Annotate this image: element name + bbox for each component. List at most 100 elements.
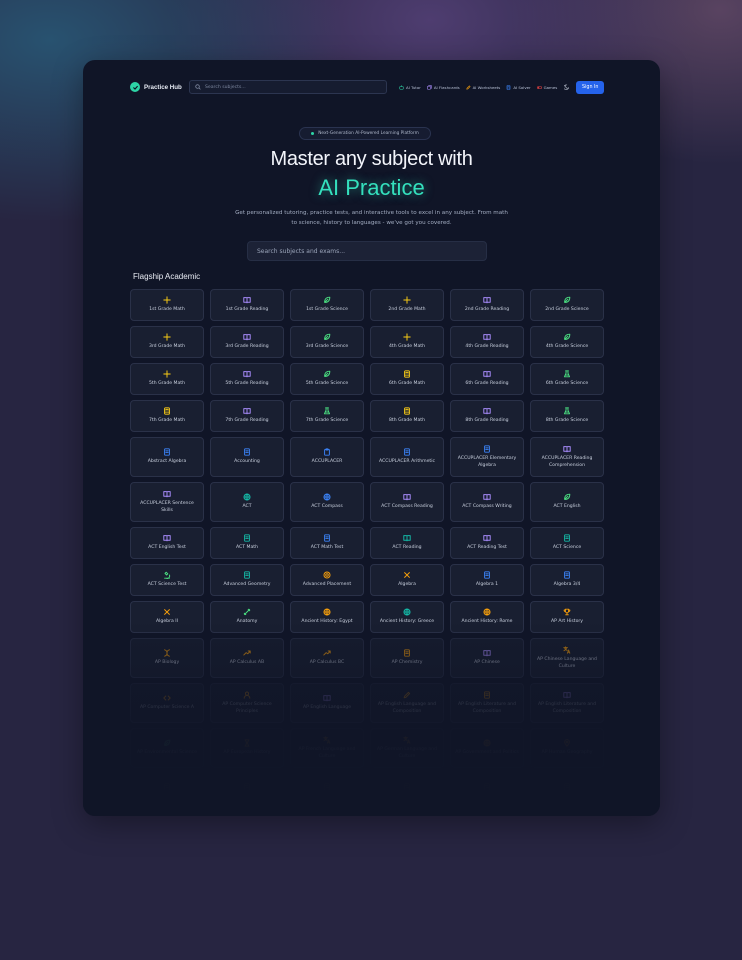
- subject-card[interactable]: AP Chemistry: [370, 638, 444, 678]
- subject-card[interactable]: Anatomy: [210, 601, 284, 633]
- subject-card[interactable]: AP Chinese: [450, 638, 524, 678]
- subject-card[interactable]: 4th Grade Reading: [450, 326, 524, 358]
- subject-card[interactable]: ACCUPLACER Sentence Skills: [130, 482, 204, 522]
- subject-card[interactable]: ACT Reading: [370, 527, 444, 559]
- subject-card[interactable]: AP Government and Politics: [450, 728, 524, 768]
- subject-card[interactable]: 6th Grade Math: [370, 363, 444, 395]
- subject-card[interactable]: 7th Grade Science: [290, 400, 364, 432]
- cross-icon: [163, 608, 171, 616]
- subject-label: ACCUPLACER: [311, 459, 343, 465]
- subject-card[interactable]: 5th Grade Science: [290, 363, 364, 395]
- subject-card[interactable]: [210, 773, 284, 803]
- subject-card[interactable]: 4th Grade Science: [530, 326, 604, 358]
- subject-card[interactable]: 2nd Grade Math: [370, 289, 444, 321]
- subject-card[interactable]: ACCUPLACER Arithmetic: [370, 437, 444, 477]
- subject-card[interactable]: ACT Science: [530, 527, 604, 559]
- subject-card[interactable]: AP Human Geography: [530, 728, 604, 768]
- theme-toggle[interactable]: [563, 84, 570, 91]
- subject-card[interactable]: Algebra 1: [450, 564, 524, 596]
- subject-card[interactable]: 5th Grade Math: [130, 363, 204, 395]
- leaf-icon: [323, 370, 331, 378]
- subject-label: Algebra II: [156, 619, 178, 625]
- subject-card[interactable]: ACT Compass Writing: [450, 482, 524, 522]
- subject-card[interactable]: ACT Reading Test: [450, 527, 524, 559]
- subject-card[interactable]: 2nd Grade Reading: [450, 289, 524, 321]
- subject-card[interactable]: [370, 773, 444, 803]
- subject-label: ACCUPLACER Arithmetic: [378, 459, 436, 465]
- subject-card[interactable]: 3rd Grade Math: [130, 326, 204, 358]
- subject-card[interactable]: 7th Grade Reading: [210, 400, 284, 432]
- subject-card[interactable]: ACT English: [530, 482, 604, 522]
- subject-card[interactable]: Accounting: [210, 437, 284, 477]
- subject-card[interactable]: Advanced Placement: [290, 564, 364, 596]
- hero-search-input[interactable]: Search subjects and exams...: [247, 241, 487, 261]
- document-icon: [243, 534, 251, 542]
- subject-card[interactable]: 1st Grade Science: [290, 289, 364, 321]
- subject-card[interactable]: Abstract Algebra: [130, 437, 204, 477]
- subject-card[interactable]: AP German Language and Culture: [370, 728, 444, 768]
- subject-card[interactable]: 3rd Grade Science: [290, 326, 364, 358]
- subject-card[interactable]: AP Computer Science Principles: [210, 683, 284, 723]
- subject-card[interactable]: AP Computer Science A: [130, 683, 204, 723]
- subject-card[interactable]: Ancient History: Greece: [370, 601, 444, 633]
- subject-card[interactable]: ACT Compass: [290, 482, 364, 522]
- subject-card[interactable]: ACT English Test: [130, 527, 204, 559]
- subject-label: AP Computer Science Principles: [222, 702, 272, 714]
- subject-card[interactable]: 8th Grade Reading: [450, 400, 524, 432]
- subject-card[interactable]: AP Biology: [130, 638, 204, 678]
- subject-card[interactable]: 7th Grade Math: [130, 400, 204, 432]
- subject-card[interactable]: AP English Language: [290, 683, 364, 723]
- subject-card[interactable]: Algebra II: [130, 601, 204, 633]
- subject-card[interactable]: Ancient History: Rome: [450, 601, 524, 633]
- subject-card[interactable]: 8th Grade Science: [530, 400, 604, 432]
- nav-link-ai-tutor[interactable]: AI Tutor: [399, 85, 421, 90]
- nav-search-input[interactable]: Search subjects...: [189, 80, 387, 94]
- subject-card[interactable]: [290, 773, 364, 803]
- subject-card[interactable]: [530, 773, 604, 803]
- subject-card[interactable]: 1st Grade Math: [130, 289, 204, 321]
- subject-card[interactable]: ACT Math Test: [290, 527, 364, 559]
- subject-card[interactable]: 1st Grade Reading: [210, 289, 284, 321]
- subject-card[interactable]: AP English Literature and Composition: [530, 683, 604, 723]
- subject-card[interactable]: ACT: [210, 482, 284, 522]
- subject-card[interactable]: Ancient History: Egypt: [290, 601, 364, 633]
- subject-card[interactable]: AP French Language and Culture: [290, 728, 364, 768]
- subject-card[interactable]: AP Calculus AB: [210, 638, 284, 678]
- subject-card[interactable]: AP Chinese Language and Culture: [530, 638, 604, 678]
- subject-card[interactable]: ACT Compass Reading: [370, 482, 444, 522]
- subject-card[interactable]: ACT Science Test: [130, 564, 204, 596]
- subject-card[interactable]: ACCUPLACER Elementary Algebra: [450, 437, 524, 477]
- logo-text: Practice Hub: [144, 83, 182, 91]
- subject-card[interactable]: 3rd Grade Reading: [210, 326, 284, 358]
- subject-card[interactable]: [130, 773, 204, 803]
- subject-card[interactable]: AP English Literature and Composition: [450, 683, 524, 723]
- subject-card[interactable]: 5th Grade Reading: [210, 363, 284, 395]
- subject-card[interactable]: AP European History: [210, 728, 284, 768]
- subject-card[interactable]: AP Art History: [530, 601, 604, 633]
- document-icon: [403, 448, 411, 456]
- nav-link-ai-worksheets[interactable]: AI Worksheets: [466, 85, 500, 90]
- subject-label: 4th Grade Science: [545, 344, 589, 350]
- nav-link-ai-flashcards[interactable]: AI Flashcards: [427, 85, 460, 90]
- subject-card[interactable]: ACCUPLACER: [290, 437, 364, 477]
- subject-card[interactable]: AP English Language and Composition: [370, 683, 444, 723]
- subject-card[interactable]: 6th Grade Science: [530, 363, 604, 395]
- subject-card[interactable]: AP Calculus BC: [290, 638, 364, 678]
- subject-card[interactable]: ACCUPLACER Reading Comprehension: [530, 437, 604, 477]
- subject-card[interactable]: 4th Grade Math: [370, 326, 444, 358]
- subject-card[interactable]: Algebra: [370, 564, 444, 596]
- subject-card[interactable]: ACT Math: [210, 527, 284, 559]
- nav-link-ai-solver[interactable]: AI Solver: [506, 85, 531, 90]
- subject-card[interactable]: AP Environmental Science: [130, 728, 204, 768]
- subject-label: AP Computer Science A: [139, 705, 195, 711]
- subject-card[interactable]: 6th Grade Reading: [450, 363, 524, 395]
- nav-link-games[interactable]: Games: [536, 85, 557, 90]
- subject-card[interactable]: 8th Grade Math: [370, 400, 444, 432]
- subject-card[interactable]: 2nd Grade Science: [530, 289, 604, 321]
- subject-card[interactable]: Advanced Geometry: [210, 564, 284, 596]
- subject-card[interactable]: [450, 773, 524, 803]
- logo[interactable]: Practice Hub: [130, 82, 185, 92]
- translate-icon: [563, 646, 571, 654]
- subject-card[interactable]: Algebra 3/4: [530, 564, 604, 596]
- sign-in-button[interactable]: Sign In: [576, 80, 605, 94]
